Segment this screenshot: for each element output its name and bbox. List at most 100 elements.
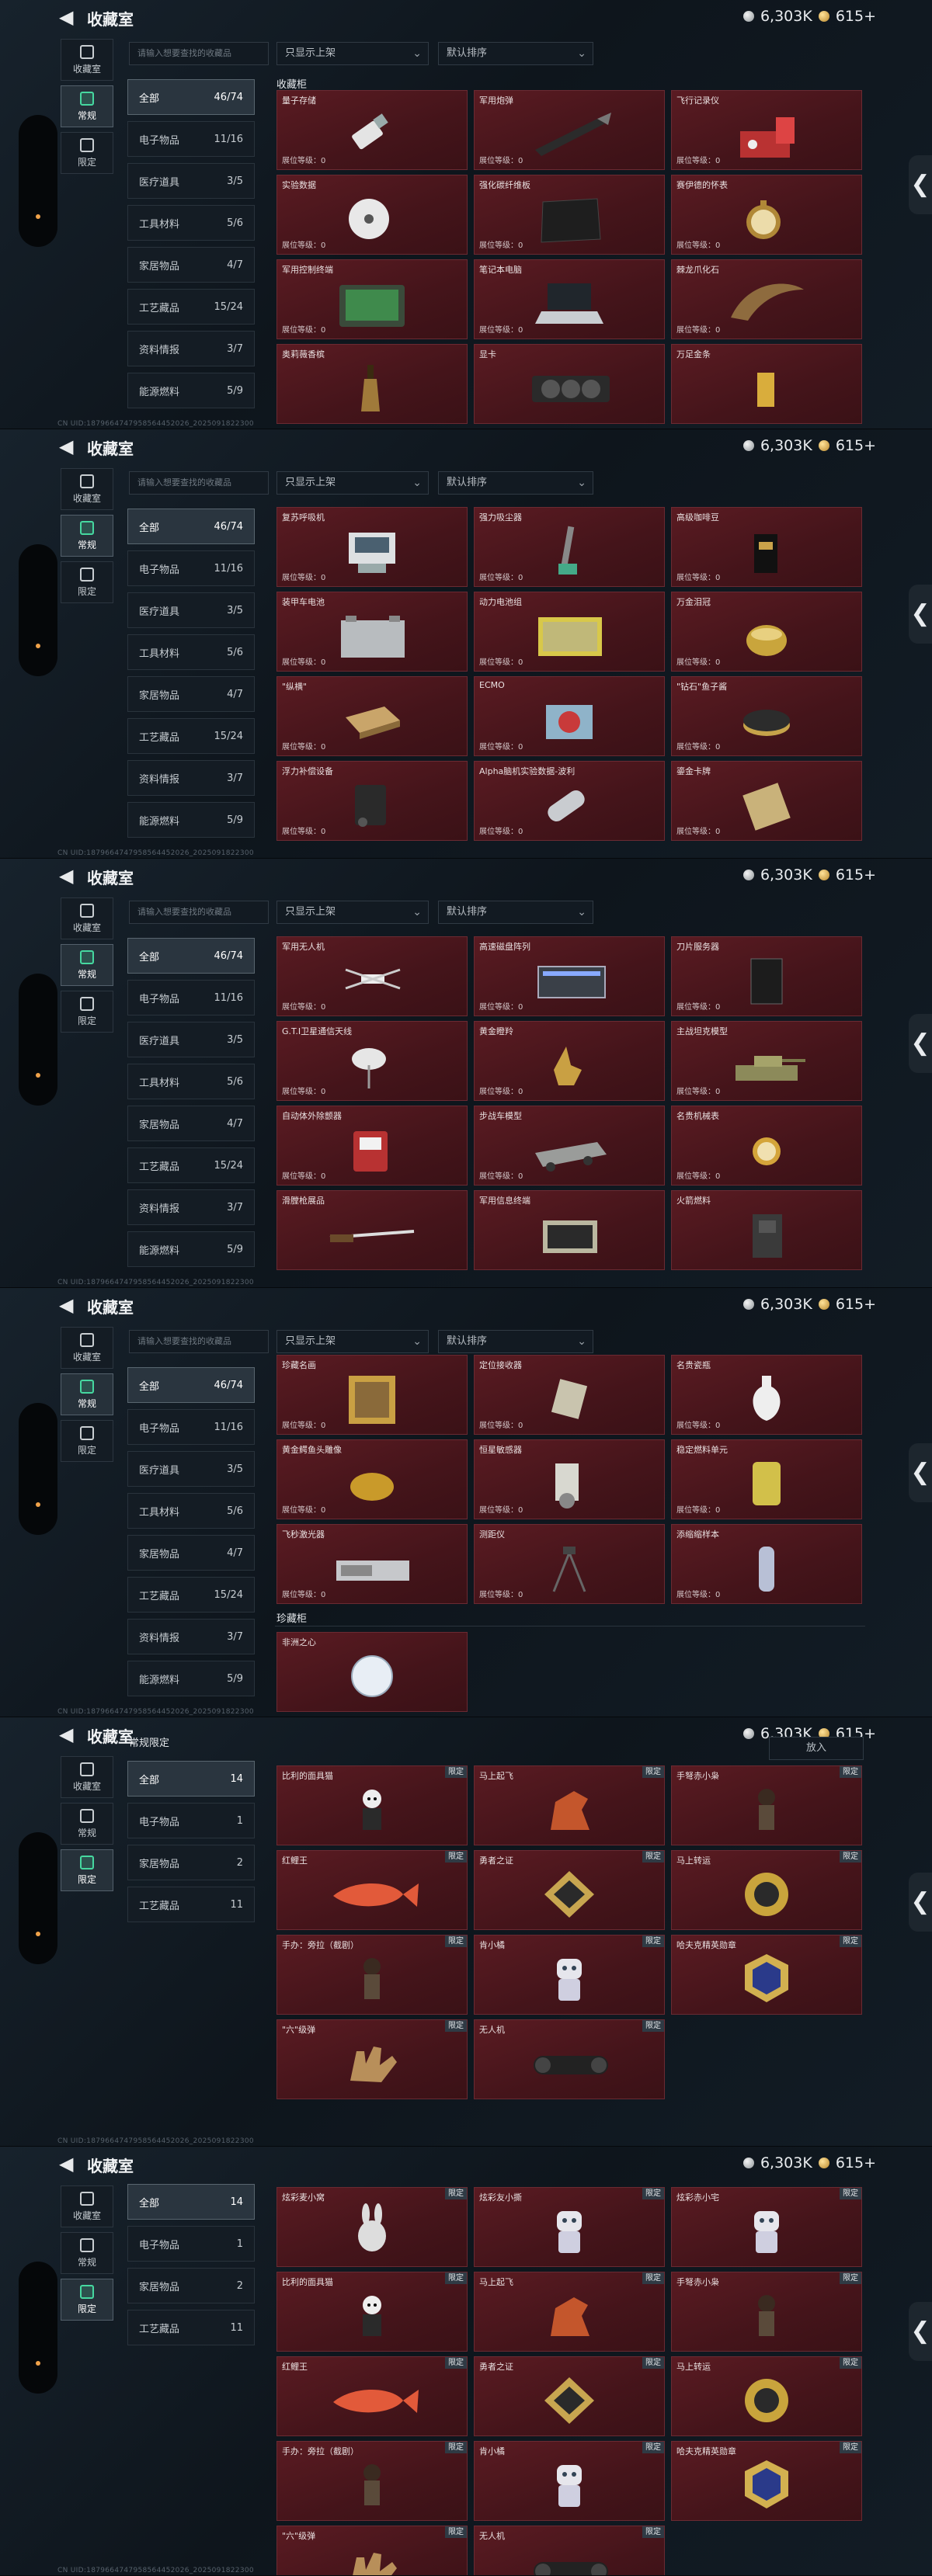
collection-card[interactable]: 肯小橘 限定: [474, 1935, 665, 2015]
nav-limited[interactable]: 限定: [61, 1420, 113, 1462]
category-item[interactable]: 工艺藏品 15/24: [127, 718, 255, 754]
category-item[interactable]: 电子物品 11/16: [127, 550, 255, 586]
category-item[interactable]: 全部 14: [127, 2184, 255, 2220]
collection-card[interactable]: 军用控制终端 展位等级：0: [276, 259, 468, 339]
collection-card[interactable]: 手弩赤小枭 限定: [671, 1765, 862, 1845]
shelf-filter-dropdown[interactable]: 只显示上架 ⌄: [276, 1330, 429, 1353]
category-item[interactable]: 工艺藏品 11: [127, 2310, 255, 2345]
collection-card[interactable]: 恒星敏感器 展位等级：0: [474, 1439, 665, 1519]
collection-card[interactable]: 马上起飞 限定: [474, 1765, 665, 1845]
collection-card[interactable]: 黄金瞪羚 展位等级：0: [474, 1021, 665, 1101]
collection-card[interactable]: 哈夫克精英勋章 限定: [671, 1935, 862, 2015]
collection-card[interactable]: 强化碳纤维板 展位等级：0: [474, 175, 665, 255]
collection-card[interactable]: 步战车模型 展位等级：0: [474, 1106, 665, 1186]
nav-regular[interactable]: 常规: [61, 944, 113, 986]
collection-card[interactable]: 强力吸尘器 展位等级：0: [474, 507, 665, 587]
nav-limited[interactable]: 限定: [61, 1849, 113, 1891]
shelf-filter-dropdown[interactable]: 只显示上架 ⌄: [276, 42, 429, 65]
category-item[interactable]: 工具材料 5/6: [127, 1493, 255, 1529]
collection-card[interactable]: 军用信息终端: [474, 1190, 665, 1270]
category-item[interactable]: 资料情报 3/7: [127, 1619, 255, 1654]
collection-card[interactable]: 非洲之心: [276, 1632, 468, 1712]
collection-card[interactable]: 量子存储 展位等级：0: [276, 90, 468, 170]
collection-card[interactable]: 名贵机械表 展位等级：0: [671, 1106, 862, 1186]
collection-card[interactable]: 显卡: [474, 344, 665, 424]
collection-card[interactable]: 滑膛枪展品: [276, 1190, 468, 1270]
collection-card[interactable]: 红鲤王 限定: [276, 2356, 468, 2436]
nav-collection[interactable]: 收藏室: [61, 1327, 113, 1369]
collection-card[interactable]: 笔记本电脑 展位等级：0: [474, 259, 665, 339]
arrow-left-icon[interactable]: ◀: [59, 6, 82, 28]
category-item[interactable]: 全部 46/74: [127, 938, 255, 974]
arrow-left-icon[interactable]: ◀: [59, 1724, 82, 1745]
collapse-arrow-icon[interactable]: ❮: [909, 1014, 932, 1073]
nav-collection[interactable]: 收藏室: [61, 1756, 113, 1798]
category-item[interactable]: 医疗道具 3/5: [127, 1451, 255, 1487]
collection-card[interactable]: 哈夫克精英勋章 限定: [671, 2441, 862, 2521]
collapse-arrow-icon[interactable]: ❮: [909, 1873, 932, 1932]
collection-card[interactable]: 无人机 限定: [474, 2019, 665, 2099]
category-item[interactable]: 工艺藏品 15/24: [127, 1577, 255, 1613]
category-item[interactable]: 全部 46/74: [127, 79, 255, 115]
category-item[interactable]: 全部 14: [127, 1761, 255, 1797]
collection-card[interactable]: 勇者之证 限定: [474, 1850, 665, 1930]
collection-card[interactable]: 无人机 限定: [474, 2526, 665, 2576]
search-input[interactable]: 请输入想要查找的收藏品: [129, 42, 269, 65]
category-item[interactable]: 全部 46/74: [127, 1367, 255, 1403]
side-handle[interactable]: [19, 1403, 57, 1535]
collection-card[interactable]: Alpha脑机实验数据-波利 展位等级：0: [474, 761, 665, 841]
nav-regular[interactable]: 常规: [61, 1803, 113, 1845]
collection-card[interactable]: 定位接收器 展位等级：0: [474, 1355, 665, 1435]
collection-card[interactable]: 测距仪 展位等级：0: [474, 1524, 665, 1604]
category-item[interactable]: 工艺藏品 15/24: [127, 1147, 255, 1183]
sort-dropdown[interactable]: 默认排序 ⌄: [438, 471, 593, 495]
category-item[interactable]: 能源燃料 5/9: [127, 1661, 255, 1696]
collection-card[interactable]: 军用炮弹 展位等级：0: [474, 90, 665, 170]
collection-card[interactable]: 名贵瓷瓶 展位等级：0: [671, 1355, 862, 1435]
category-item[interactable]: 全部 46/74: [127, 509, 255, 544]
category-item[interactable]: 能源燃料 5/9: [127, 373, 255, 408]
category-item[interactable]: 电子物品 11/16: [127, 1409, 255, 1445]
collection-card[interactable]: 赛伊德的怀表 展位等级：0: [671, 175, 862, 255]
collection-card[interactable]: 稳定燃料单元 展位等级：0: [671, 1439, 862, 1519]
collection-card[interactable]: 马上转运 限定: [671, 2356, 862, 2436]
search-input[interactable]: 请输入想要查找的收藏品: [129, 901, 269, 924]
collection-card[interactable]: 比利的面具猫 限定: [276, 1765, 468, 1845]
arrow-left-icon[interactable]: ◀: [59, 1294, 82, 1316]
collection-card[interactable]: 动力电池组 展位等级：0: [474, 592, 665, 672]
category-item[interactable]: 工具材料 5/6: [127, 634, 255, 670]
collection-card[interactable]: 刀片服务器 展位等级：0: [671, 936, 862, 1016]
sort-dropdown[interactable]: 默认排序 ⌄: [438, 42, 593, 65]
side-handle[interactable]: [19, 2262, 57, 2394]
category-item[interactable]: 工具材料 5/6: [127, 1064, 255, 1099]
nav-collection[interactable]: 收藏室: [61, 897, 113, 939]
collection-card[interactable]: 高速磁盘阵列 展位等级：0: [474, 936, 665, 1016]
collection-card[interactable]: 勇者之证 限定: [474, 2356, 665, 2436]
category-item[interactable]: 家居物品 4/7: [127, 247, 255, 283]
category-item[interactable]: 工艺藏品 11: [127, 1887, 255, 1922]
collection-card[interactable]: 手办：旁拉（截剧） 限定: [276, 2441, 468, 2521]
shelf-filter-dropdown[interactable]: 只显示上架 ⌄: [276, 901, 429, 924]
collection-card[interactable]: 马上转运 限定: [671, 1850, 862, 1930]
collapse-arrow-icon[interactable]: ❮: [909, 155, 932, 214]
category-item[interactable]: 电子物品 1: [127, 2226, 255, 2262]
category-item[interactable]: 工艺藏品 15/24: [127, 289, 255, 325]
nav-collection[interactable]: 收藏室: [61, 39, 113, 81]
collection-card[interactable]: 火箭燃料: [671, 1190, 862, 1270]
collection-card[interactable]: 棘龙爪化石 展位等级：0: [671, 259, 862, 339]
category-item[interactable]: 能源燃料 5/9: [127, 1231, 255, 1267]
nav-limited[interactable]: 限定: [61, 2279, 113, 2321]
collapse-arrow-icon[interactable]: ❮: [909, 585, 932, 644]
collection-card[interactable]: 实验数据 展位等级：0: [276, 175, 468, 255]
collection-card[interactable]: 奥莉薇香槟: [276, 344, 468, 424]
arrow-left-icon[interactable]: ◀: [59, 436, 82, 457]
nav-regular[interactable]: 常规: [61, 2232, 113, 2274]
nav-limited[interactable]: 限定: [61, 561, 113, 603]
nav-regular[interactable]: 常规: [61, 1373, 113, 1415]
nav-limited[interactable]: 限定: [61, 132, 113, 174]
category-item[interactable]: 医疗道具 3/5: [127, 163, 255, 199]
place-button[interactable]: 放入: [769, 1737, 864, 1760]
collapse-arrow-icon[interactable]: ❮: [909, 1443, 932, 1502]
collection-card[interactable]: 装甲车电池 展位等级：0: [276, 592, 468, 672]
collection-card[interactable]: 万足金条: [671, 344, 862, 424]
